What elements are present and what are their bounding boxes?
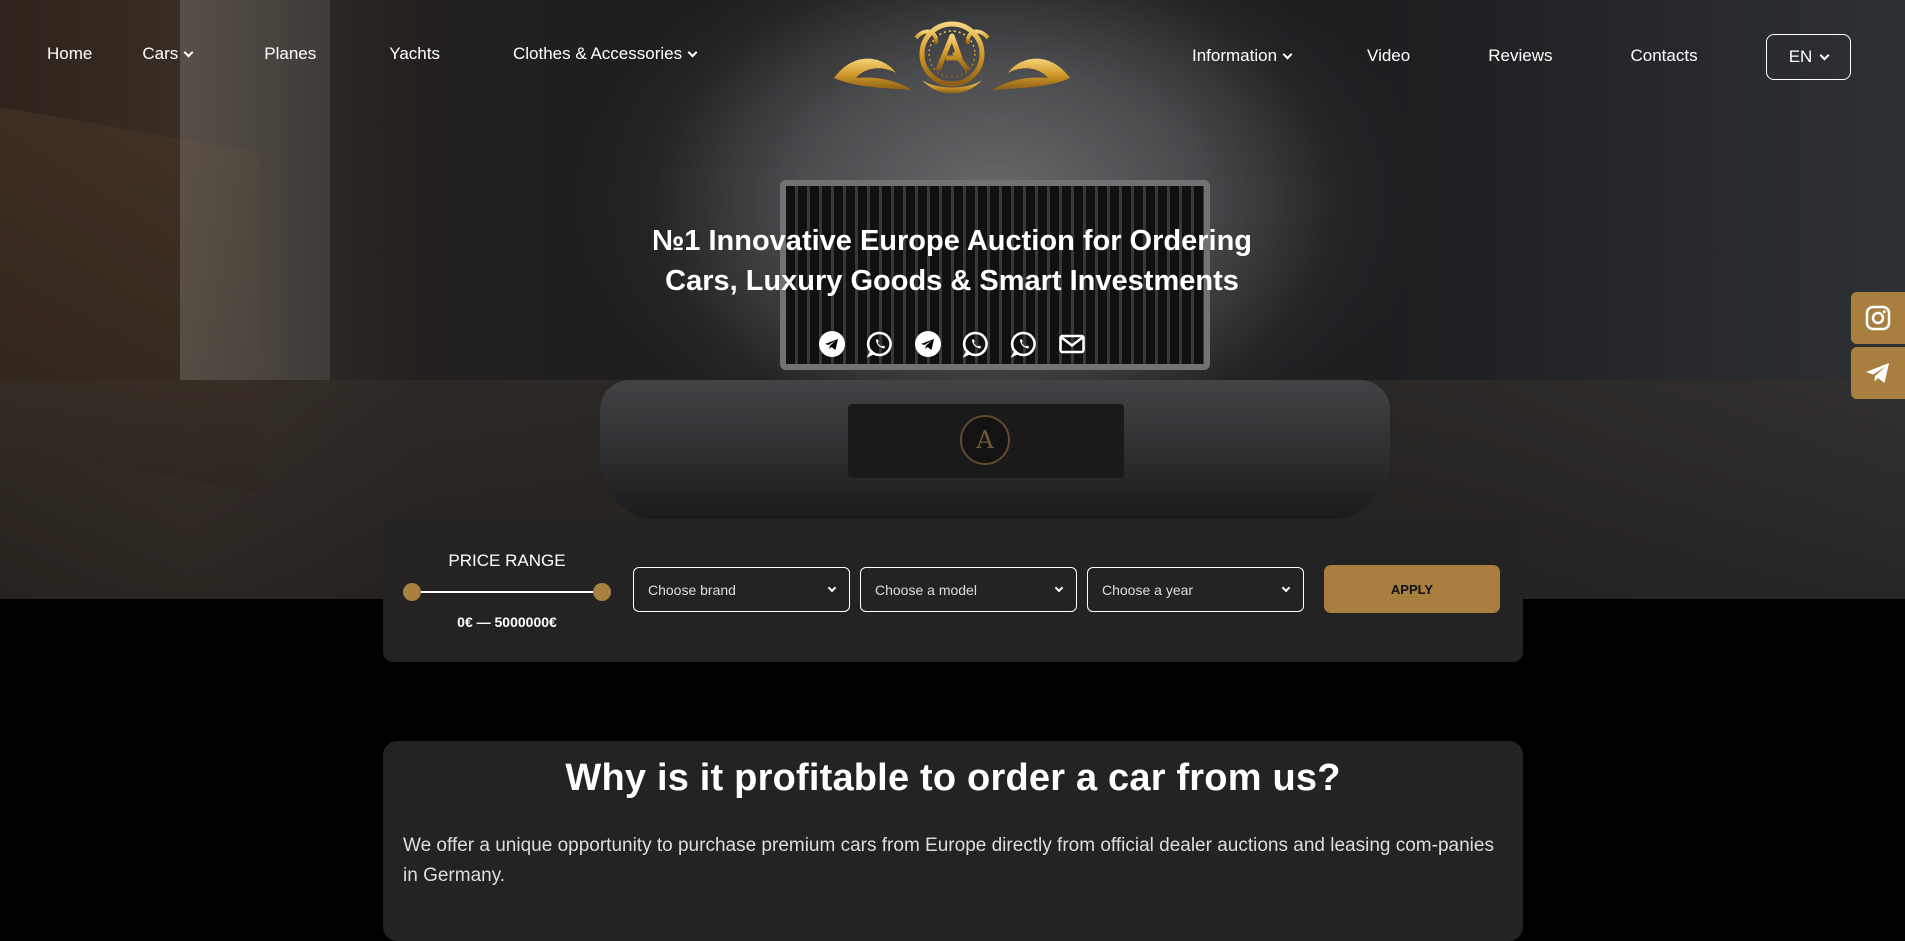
chevron-down-icon (1054, 583, 1064, 593)
chevron-down-icon (687, 47, 698, 57)
nav-home[interactable]: Home (47, 44, 92, 64)
hero-title-line-2: Cars, Luxury Goods & Smart Investments (665, 265, 1239, 297)
nav-label: Clothes & Accessories (512, 44, 683, 63)
nav-label: Video (1367, 46, 1411, 65)
brand-logo[interactable] (826, 18, 1078, 100)
nav-video[interactable]: Video (1367, 46, 1410, 66)
nav-information[interactable]: Information (1192, 46, 1293, 66)
nav-label: Reviews (1488, 46, 1553, 65)
telegram-icon[interactable] (818, 330, 846, 358)
language-selector[interactable]: EN (1766, 34, 1851, 80)
floating-social-bar (1851, 292, 1905, 402)
search-filter-panel: PRICE RANGE 0€ — 5000000€ Choose brand C… (383, 519, 1523, 662)
price-slider-track (413, 591, 601, 593)
hero-section: A Home Cars Planes Yachts Clothes & Acce… (0, 0, 1905, 599)
telegram-icon[interactable] (1851, 347, 1905, 399)
price-range-value: 0€ — 5000000€ (457, 614, 557, 630)
main-nav-left: Home Cars Planes Yachts Clothes & Access… (47, 44, 698, 64)
brand-select[interactable]: Choose brand (633, 567, 850, 612)
instagram-icon[interactable] (1851, 292, 1905, 344)
nav-label: Home (47, 44, 93, 63)
price-range-label: PRICE RANGE (448, 551, 566, 570)
nav-label: Planes (264, 44, 317, 63)
chevron-down-icon (827, 583, 837, 593)
year-select-value: Choose a year (1102, 581, 1194, 598)
hero-title: №1 Innovative Europe Auction for Orderin… (552, 221, 1352, 301)
main-nav-right: Information Video Reviews Contacts (1192, 46, 1698, 66)
price-slider[interactable] (403, 582, 611, 602)
price-slider-max-handle[interactable] (593, 583, 611, 601)
nav-label: Cars (142, 44, 179, 63)
telegram-icon[interactable] (914, 330, 942, 358)
language-label: EN (1788, 47, 1813, 66)
nav-cars[interactable]: Cars (142, 44, 194, 64)
chevron-down-icon (1282, 49, 1293, 59)
mail-icon[interactable] (1058, 330, 1086, 358)
price-slider-min-handle[interactable] (403, 583, 421, 601)
nav-label: Contacts (1630, 46, 1698, 65)
why-text: We offer a unique opportunity to purchas… (403, 835, 1494, 886)
brand-select-value: Choose brand (648, 581, 736, 598)
chevron-down-icon (1819, 50, 1830, 60)
nav-label: Yachts (389, 44, 440, 63)
nav-reviews[interactable]: Reviews (1488, 46, 1552, 66)
why-heading: Why is it profitable to order a car from… (565, 757, 1341, 799)
model-select[interactable]: Choose a model (860, 567, 1077, 612)
year-select[interactable]: Choose a year (1087, 567, 1304, 612)
nav-planes[interactable]: Planes (264, 44, 316, 64)
hero-title-line-1: №1 Innovative Europe Auction for Orderin… (651, 225, 1253, 257)
price-range: PRICE RANGE 0€ — 5000000€ (403, 551, 611, 630)
nav-contacts[interactable]: Contacts (1630, 46, 1697, 66)
why-section: Why is it profitable to order a car from… (383, 741, 1523, 941)
whatsapp-icon[interactable] (1010, 330, 1038, 358)
apply-button[interactable]: APPLY (1324, 565, 1500, 613)
whatsapp-icon[interactable] (866, 330, 894, 358)
chevron-down-icon (1281, 583, 1291, 593)
model-select-value: Choose a model (875, 581, 977, 598)
social-links (818, 330, 1086, 358)
chevron-down-icon (183, 47, 194, 57)
whatsapp-icon[interactable] (962, 330, 990, 358)
nav-yachts[interactable]: Yachts (389, 44, 440, 64)
nav-clothes-accessories[interactable]: Clothes & Accessories (512, 44, 698, 64)
nav-label: Information (1192, 46, 1278, 65)
